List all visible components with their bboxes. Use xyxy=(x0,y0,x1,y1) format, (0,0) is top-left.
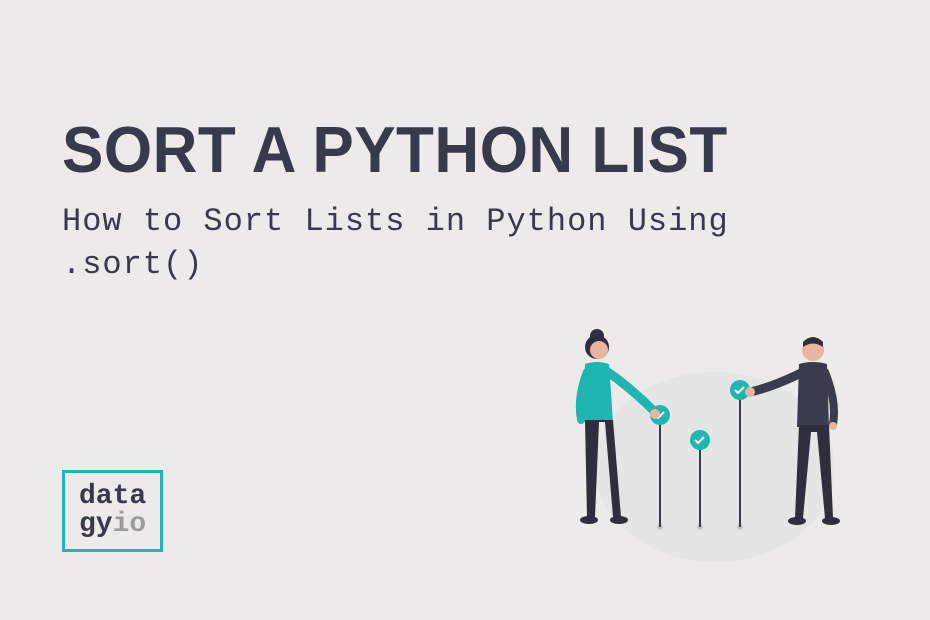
logo-line-2: gyio xyxy=(79,511,146,539)
main-title: SORT A PYTHON LIST xyxy=(62,113,728,188)
datagy-logo: data gyio xyxy=(62,470,163,552)
logo-line-1: data xyxy=(79,483,146,511)
logo-gy: gy xyxy=(79,509,113,540)
people-illustration xyxy=(555,292,875,572)
logo-io: io xyxy=(113,509,147,540)
subtitle: How to Sort Lists in Python Using .sort(… xyxy=(62,200,762,286)
